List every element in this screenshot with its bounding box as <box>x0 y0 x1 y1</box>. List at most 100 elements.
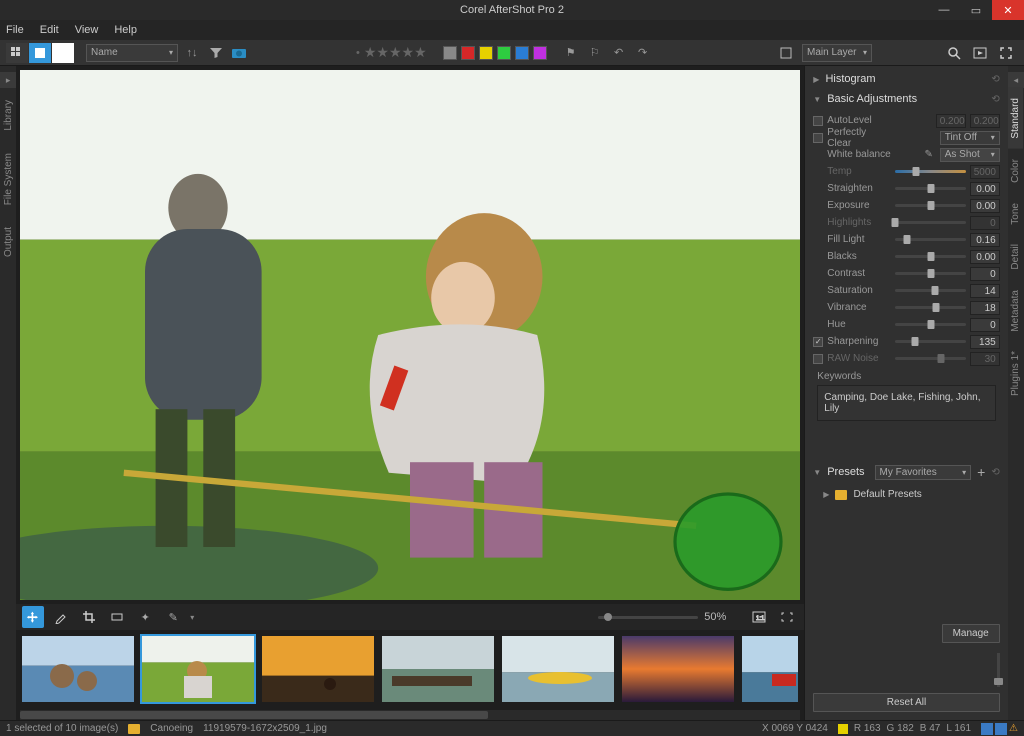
tab-filesystem[interactable]: File System <box>1 143 16 215</box>
heal-tool[interactable]: ✦ <box>134 606 156 628</box>
fullscreen-icon[interactable] <box>996 43 1016 63</box>
sort-ascending-icon[interactable]: ↑↓ <box>182 43 202 63</box>
menu-file[interactable]: File <box>6 24 24 36</box>
zoom-slider[interactable] <box>598 616 698 619</box>
default-presets-folder[interactable]: ▶Default Presets <box>809 485 1003 504</box>
section-basic-adjustments[interactable]: ▼Basic Adjustments⟲ <box>809 90 1003 108</box>
thumbnail[interactable] <box>740 634 800 704</box>
thumbnail[interactable] <box>260 634 376 704</box>
view-compare-button[interactable] <box>52 43 74 63</box>
eyedropper-wb-icon[interactable]: ✎ <box>922 148 936 162</box>
tab-standard[interactable]: Standard <box>1008 88 1023 149</box>
color-tag-blue[interactable] <box>515 46 529 60</box>
expand-left-panel[interactable]: ▸ <box>0 72 16 88</box>
thumbnail[interactable] <box>620 634 736 704</box>
maximize-button[interactable]: ▭ <box>960 0 992 20</box>
vibrance-slider[interactable] <box>895 306 965 309</box>
temp-slider[interactable] <box>895 170 965 173</box>
status-icon[interactable] <box>995 723 1007 735</box>
color-tag-purple[interactable] <box>533 46 547 60</box>
saturation-value[interactable]: 14 <box>970 284 1000 298</box>
view-single-button[interactable] <box>29 43 51 63</box>
rawnoise-slider[interactable] <box>895 357 965 360</box>
sharpening-checkbox[interactable] <box>813 337 823 347</box>
exposure-value[interactable]: 0.00 <box>970 199 1000 213</box>
thumbnail[interactable] <box>500 634 616 704</box>
thumbnail[interactable] <box>140 634 256 704</box>
warning-icon[interactable]: ⚠ <box>1009 723 1018 735</box>
autolevel-val2[interactable]: 0.200 <box>970 114 1000 128</box>
slideshow-icon[interactable] <box>970 43 990 63</box>
layer-select[interactable]: Main Layer <box>802 44 872 62</box>
tab-color[interactable]: Color <box>1008 149 1023 193</box>
blacks-value[interactable]: 0.00 <box>970 250 1000 264</box>
tab-tone[interactable]: Tone <box>1008 193 1023 235</box>
tab-library[interactable]: Library <box>1 90 16 141</box>
flag-icon[interactable]: ⚑ <box>561 43 581 63</box>
status-icon[interactable] <box>981 723 993 735</box>
sort-select[interactable]: Name <box>86 44 178 62</box>
whitebalance-select[interactable]: As Shot <box>940 148 1000 162</box>
rotate-left-icon[interactable]: ↶ <box>609 43 629 63</box>
minimize-button[interactable]: — <box>928 0 960 20</box>
close-button[interactable]: ✕ <box>992 0 1024 20</box>
filllight-slider[interactable] <box>895 238 965 241</box>
contrast-value[interactable]: 0 <box>970 267 1000 281</box>
contrast-slider[interactable] <box>895 272 965 275</box>
presets-reset-icon[interactable]: ⟲ <box>991 467 999 478</box>
section-histogram[interactable]: ▶Histogram⟲ <box>809 70 1003 88</box>
thumbnail-scrollbar[interactable] <box>20 710 800 720</box>
autolevel-checkbox[interactable] <box>813 116 823 126</box>
blacks-slider[interactable] <box>895 255 965 258</box>
straighten-slider[interactable] <box>895 187 965 190</box>
menu-view[interactable]: View <box>75 24 99 36</box>
sharpening-slider[interactable] <box>895 340 965 343</box>
filllight-value[interactable]: 0.16 <box>970 233 1000 247</box>
crop-tool[interactable] <box>78 606 100 628</box>
highlights-slider[interactable] <box>895 221 965 224</box>
autolevel-val1[interactable]: 0.200 <box>936 114 966 128</box>
camera-icon[interactable] <box>230 43 250 63</box>
image-preview[interactable] <box>20 70 800 600</box>
hue-value[interactable]: 0 <box>970 318 1000 332</box>
layers-icon[interactable] <box>776 43 796 63</box>
reset-all-button[interactable]: Reset All <box>813 693 999 712</box>
pan-tool[interactable] <box>22 606 44 628</box>
color-tag-green[interactable] <box>497 46 511 60</box>
add-preset-icon[interactable]: + <box>977 464 985 480</box>
brush-tool[interactable]: ✎ <box>162 606 184 628</box>
tag-icon[interactable]: ⚐ <box>585 43 605 63</box>
perfectlyclear-checkbox[interactable] <box>813 133 823 143</box>
sharpening-value[interactable]: 135 <box>970 335 1000 349</box>
straighten-value[interactable]: 0.00 <box>970 182 1000 196</box>
color-tag-red[interactable] <box>461 46 475 60</box>
keywords-field[interactable]: Camping, Doe Lake, Fishing, John, Lily <box>817 385 995 421</box>
perfectlyclear-select[interactable]: Tint Off <box>940 131 1000 145</box>
rawnoise-checkbox[interactable] <box>813 354 823 364</box>
menu-edit[interactable]: Edit <box>40 24 59 36</box>
presets-select[interactable]: My Favorites <box>875 465 972 480</box>
search-icon[interactable] <box>944 43 964 63</box>
expand-right-panel[interactable]: ◂ <box>1008 72 1024 88</box>
thumbnail-size-slider[interactable] <box>997 653 1000 687</box>
straighten-tool[interactable] <box>106 606 128 628</box>
color-tag-yellow[interactable] <box>479 46 493 60</box>
thumbnail[interactable] <box>380 634 496 704</box>
section-presets[interactable]: ▼Presets My Favorites + ⟲ <box>809 461 1003 483</box>
fit-screen-icon[interactable]: 1:1 <box>748 606 770 628</box>
filter-icon[interactable] <box>206 43 226 63</box>
view-grid-button[interactable] <box>6 43 28 63</box>
temp-value[interactable]: 5000 <box>970 165 1000 179</box>
tab-plugins[interactable]: Plugins 1* <box>1008 341 1023 406</box>
rotate-right-icon[interactable]: ↷ <box>633 43 653 63</box>
vibrance-value[interactable]: 18 <box>970 301 1000 315</box>
tab-metadata[interactable]: Metadata <box>1008 280 1023 342</box>
thumbnail[interactable] <box>20 634 136 704</box>
eyedropper-tool[interactable] <box>50 606 72 628</box>
saturation-slider[interactable] <box>895 289 965 292</box>
highlights-value[interactable]: 0 <box>970 216 1000 230</box>
menu-help[interactable]: Help <box>114 24 137 36</box>
manage-button[interactable]: Manage <box>942 624 1000 643</box>
tab-output[interactable]: Output <box>1 217 16 267</box>
rating-stars[interactable]: ★★★★★ <box>364 44 427 61</box>
